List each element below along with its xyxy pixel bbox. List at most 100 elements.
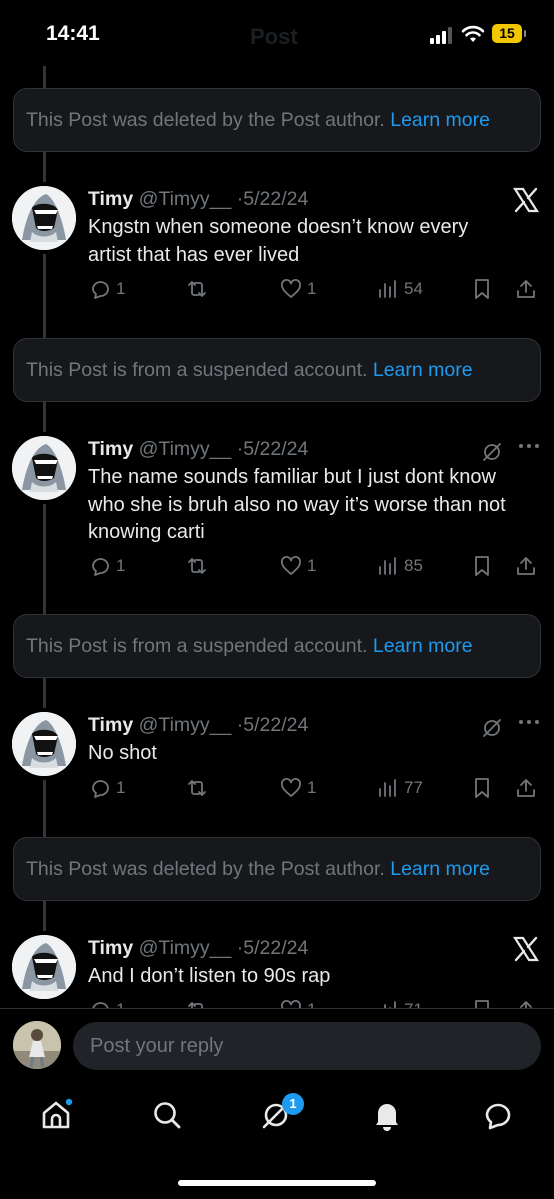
reply-icon (92, 558, 109, 576)
bookmark-button[interactable] (470, 276, 494, 302)
battery-icon: 15 (492, 24, 526, 43)
post-actions: 1 1 77 (88, 775, 542, 803)
notice-text: This Post is from a suspended account. (26, 359, 373, 381)
share-icon (517, 779, 535, 797)
status-time: 14:41 (46, 22, 100, 45)
author-name[interactable]: Timy (88, 438, 133, 460)
repost-button[interactable] (185, 775, 213, 801)
author-name[interactable]: Timy (88, 937, 133, 959)
home-icon[interactable] (39, 1098, 73, 1132)
bookmark-icon (475, 279, 489, 299)
notice-text: This Post was deleted by the Post author… (26, 858, 391, 880)
thread-line (43, 152, 46, 182)
thread-line (43, 254, 46, 338)
author-handle[interactable]: @Timyy__ (139, 714, 232, 736)
like-button[interactable]: 1 (279, 276, 316, 302)
home-indicator (178, 1180, 376, 1186)
share-button[interactable] (514, 775, 538, 801)
reply-icon (92, 281, 109, 299)
views-button[interactable]: 77 (376, 775, 423, 801)
learn-more-link[interactable]: Learn more (390, 858, 490, 880)
repost-button[interactable] (185, 276, 213, 302)
views-button[interactable]: 85 (376, 553, 423, 579)
learn-more-link[interactable]: Learn more (373, 635, 473, 657)
views-chart-icon (379, 280, 396, 298)
messages-icon[interactable] (481, 1098, 515, 1132)
cellular-signal-icon (430, 26, 458, 44)
post-date[interactable]: 5/22/24 (243, 714, 308, 736)
like-button[interactable]: 1 (279, 775, 316, 801)
deleted-post-notice: This Post was deleted by the Post author… (13, 837, 541, 901)
reply-button[interactable]: 1 (88, 276, 125, 302)
avatar[interactable] (12, 186, 76, 250)
post-actions: 1 1 54 (88, 276, 542, 304)
grok-icon[interactable] (480, 440, 504, 464)
reply-button[interactable]: 1 (88, 553, 125, 579)
notice-text: This Post is from a suspended account. (26, 635, 373, 657)
share-button[interactable] (514, 553, 538, 579)
page-title: Post (250, 24, 298, 49)
share-icon (517, 280, 535, 298)
post-text: Kngstn when someone doesn’t know every a… (88, 216, 469, 266)
search-icon[interactable] (150, 1098, 184, 1132)
post-text: And I don’t listen to 90s rap (88, 965, 331, 987)
repost-icon (188, 281, 206, 297)
reply-composer: Post your reply (0, 1008, 554, 1085)
like-button[interactable]: 1 (279, 553, 316, 579)
status-bar: 14:41 Post 15 (0, 0, 554, 70)
thread-line (43, 504, 46, 614)
notice-text: This Post was deleted by the Post author… (26, 109, 391, 131)
repost-icon (188, 780, 206, 796)
grok-badge: 1 (282, 1093, 304, 1115)
author-name[interactable]: Timy (88, 714, 133, 736)
post-date[interactable]: 5/22/24 (243, 937, 308, 959)
reply-button[interactable]: 1 (88, 775, 125, 801)
deleted-post-notice: This Post was deleted by the Post author… (13, 88, 541, 152)
my-avatar[interactable] (13, 1021, 61, 1069)
suspended-account-notice: This Post is from a suspended account. L… (13, 614, 541, 678)
avatar[interactable] (12, 436, 76, 500)
views-chart-icon (379, 779, 396, 797)
heart-icon (281, 279, 301, 298)
notifications-bell-icon[interactable] (370, 1098, 404, 1132)
author-handle[interactable]: @Timyy__ (139, 438, 232, 460)
x-logo-icon[interactable] (512, 186, 540, 214)
learn-more-link[interactable]: Learn more (390, 109, 490, 131)
author-handle[interactable]: @Timyy__ (139, 188, 232, 210)
more-options-icon[interactable] (516, 436, 542, 460)
wifi-icon (461, 25, 485, 42)
thread-line (43, 402, 46, 432)
avatar[interactable] (12, 935, 76, 999)
author-handle[interactable]: @Timyy__ (139, 937, 232, 959)
post-actions: 1 1 85 (88, 553, 542, 581)
bookmark-button[interactable] (470, 775, 494, 801)
reply-input[interactable]: Post your reply (73, 1022, 541, 1070)
grok-icon[interactable] (480, 716, 504, 740)
post-date[interactable]: 5/22/24 (243, 438, 308, 460)
reply-icon (92, 780, 109, 798)
bookmark-icon (475, 556, 489, 576)
author-name[interactable]: Timy (88, 188, 133, 210)
post-text: The name sounds familiar but I just dont… (88, 466, 506, 543)
heart-icon (281, 778, 301, 797)
learn-more-link[interactable]: Learn more (373, 359, 473, 381)
avatar[interactable] (12, 712, 76, 776)
more-options-icon[interactable] (516, 712, 542, 736)
thread-line (43, 901, 46, 931)
thread-line (43, 678, 46, 708)
bookmark-button[interactable] (470, 553, 494, 579)
thread-line (43, 66, 46, 88)
repost-icon (188, 558, 206, 574)
repost-button[interactable] (185, 553, 213, 579)
share-button[interactable] (514, 276, 538, 302)
heart-icon (281, 556, 301, 575)
x-logo-icon[interactable] (512, 935, 540, 963)
suspended-account-notice: This Post is from a suspended account. L… (13, 338, 541, 402)
bookmark-icon (475, 778, 489, 798)
post-text: No shot (88, 742, 157, 764)
post-date[interactable]: 5/22/24 (243, 188, 308, 210)
share-icon (517, 557, 535, 575)
views-chart-icon (379, 557, 396, 575)
views-button[interactable]: 54 (376, 276, 423, 302)
thread-line (43, 780, 46, 837)
